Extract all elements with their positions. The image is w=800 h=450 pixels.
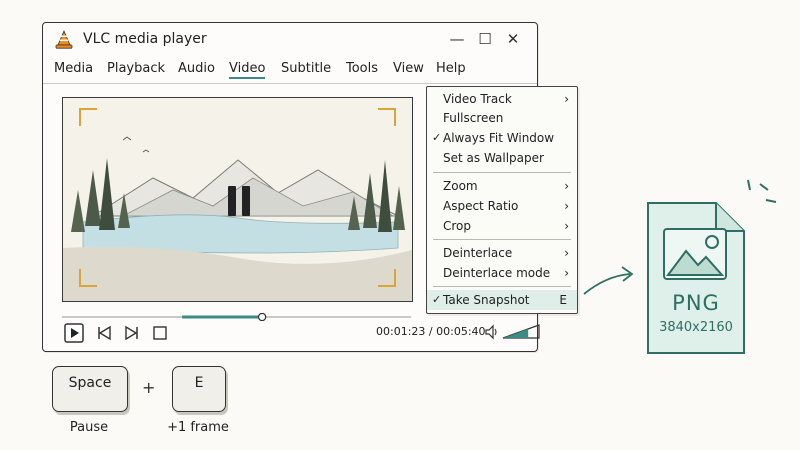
menu-tools[interactable]: Tools	[346, 61, 378, 76]
key-label: E	[194, 375, 204, 391]
window-title: VLC media player	[83, 31, 207, 47]
menu-item-always-fit-window[interactable]: ✓ Always Fit Window	[427, 128, 577, 148]
video-menu: Video Track › Fullscreen ✓ Always Fit Wi…	[426, 86, 578, 314]
space-key: Space	[52, 366, 128, 412]
key-label: Space	[68, 375, 112, 391]
menu-playback[interactable]: Playback	[107, 61, 165, 76]
minimize-button[interactable]: —	[447, 29, 467, 49]
frame-corner-bottom-left	[79, 269, 97, 287]
menu-subtitle[interactable]: Subtitle	[281, 61, 331, 76]
submenu-arrow-icon: ›	[564, 92, 569, 106]
menu-audio[interactable]: Audio	[178, 61, 215, 76]
menu-video[interactable]: Video	[229, 61, 266, 79]
e-key: E	[172, 366, 226, 412]
menu-separator	[433, 239, 571, 240]
frame-corner-top-right	[378, 108, 396, 126]
shortcut-caption-pause: Pause	[69, 420, 109, 435]
check-icon: ✓	[432, 293, 442, 306]
flow-arrow-icon	[583, 266, 634, 295]
submenu-arrow-icon: ›	[564, 246, 569, 260]
time-separator: /	[428, 325, 433, 338]
volume-slider[interactable]	[502, 324, 540, 339]
menu-separator	[433, 286, 571, 287]
menu-item-deinterlace-mode[interactable]: Deinterlace mode ›	[427, 263, 577, 283]
time-total: 00:05:40	[436, 325, 486, 338]
speaker-icon[interactable]	[484, 323, 500, 341]
seek-bar[interactable]	[62, 313, 411, 321]
play-button[interactable]	[64, 323, 84, 343]
frame-corner-top-left	[79, 108, 97, 126]
menu-help[interactable]: Help	[436, 61, 466, 76]
menu-view[interactable]: View	[393, 61, 424, 76]
menu-bar: Media Playback Audio Video Subtitle Tool…	[43, 57, 537, 84]
frame-corner-bottom-right	[378, 269, 396, 287]
menu-media[interactable]: Media	[54, 61, 93, 76]
submenu-arrow-icon: ›	[564, 199, 569, 213]
plus-sign: +	[142, 378, 156, 397]
sparkle-icon	[747, 179, 777, 203]
menu-item-label: Zoom	[443, 179, 478, 193]
stop-icon[interactable]	[150, 323, 170, 343]
menu-item-deinterlace[interactable]: Deinterlace ›	[427, 243, 577, 263]
shortcut-hint: E	[559, 293, 567, 307]
menu-item-crop[interactable]: Crop ›	[427, 216, 577, 236]
submenu-arrow-icon: ›	[564, 219, 569, 233]
submenu-arrow-icon: ›	[564, 266, 569, 280]
menu-item-label: Always Fit Window	[443, 131, 555, 145]
menu-item-video-track[interactable]: Video Track ›	[427, 89, 577, 109]
check-icon: ✓	[432, 131, 442, 144]
shortcut-caption-frame: +1 frame	[167, 420, 229, 435]
time-current: 00:01:23	[376, 325, 426, 338]
previous-icon[interactable]	[94, 323, 114, 343]
pause-overlay-icon	[228, 186, 254, 216]
title-bar: VLC media player — ☐ ✕	[43, 23, 537, 57]
menu-item-set-as-wallpaper[interactable]: Set as Wallpaper	[427, 148, 577, 168]
file-resolution-label: 3840x2160	[659, 320, 733, 335]
video-area[interactable]	[62, 97, 413, 302]
menu-item-label: Video Track	[443, 92, 512, 106]
maximize-button[interactable]: ☐	[475, 29, 495, 49]
menu-item-aspect-ratio[interactable]: Aspect Ratio ›	[427, 196, 577, 216]
menu-item-zoom[interactable]: Zoom ›	[427, 176, 577, 196]
next-icon[interactable]	[122, 323, 142, 343]
menu-item-label: Deinterlace mode	[443, 266, 551, 280]
menu-item-label: Crop	[443, 219, 472, 233]
seek-handle	[257, 313, 267, 321]
time-display: 00:01:23 / 00:05:40	[376, 325, 486, 338]
menu-item-label: Fullscreen	[443, 111, 504, 125]
file-format-label: PNG	[672, 291, 720, 315]
menu-item-label: Take Snapshot	[443, 293, 530, 307]
submenu-arrow-icon: ›	[564, 179, 569, 193]
menu-item-fullscreen[interactable]: Fullscreen	[427, 108, 577, 128]
menu-item-label: Aspect Ratio	[443, 199, 519, 213]
menu-item-take-snapshot[interactable]: ✓ Take Snapshot E	[427, 290, 577, 310]
menu-item-label: Set as Wallpaper	[443, 151, 544, 165]
close-button[interactable]: ✕	[503, 29, 523, 49]
menu-separator	[433, 172, 571, 173]
menu-item-label: Deinterlace	[443, 246, 513, 260]
vlc-cone-icon	[55, 30, 73, 49]
